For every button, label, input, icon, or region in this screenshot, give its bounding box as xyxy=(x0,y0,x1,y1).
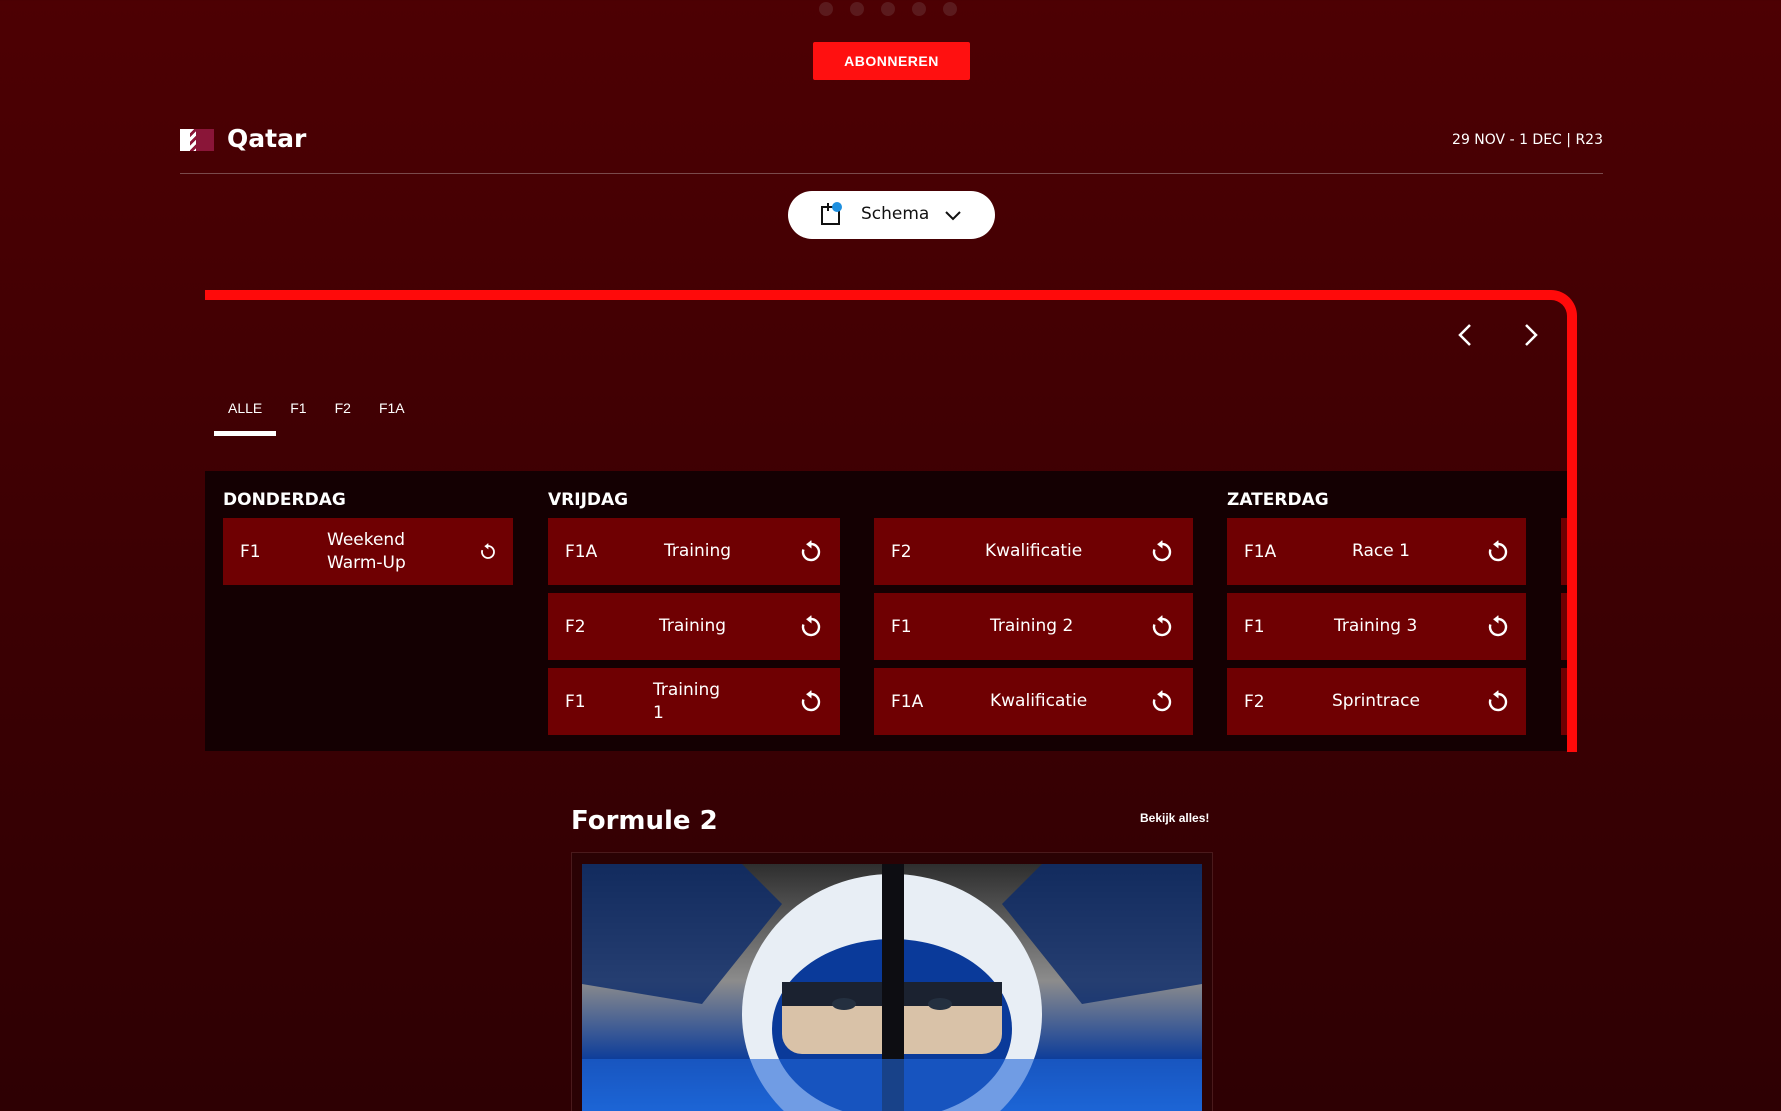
tab-f2[interactable]: F2 xyxy=(321,400,365,436)
session-name: Training xyxy=(664,541,732,561)
tab-alle[interactable]: ALLE xyxy=(214,400,277,436)
event-country: Qatar xyxy=(227,124,307,153)
day-label-friday: VRIJDAG xyxy=(548,490,629,510)
session-card[interactable]: F1 Training 3 xyxy=(1227,593,1526,660)
session-series: F1 xyxy=(1244,616,1265,637)
session-card[interactable]: F1A Race 1 xyxy=(1227,518,1526,585)
session-name: Training 1 xyxy=(653,679,721,723)
schema-label: Schema xyxy=(861,204,930,224)
session-name: Race 1 xyxy=(1352,541,1410,561)
session-series: F2 xyxy=(1244,691,1265,712)
chevron-right-icon[interactable] xyxy=(1517,322,1543,348)
session-card[interactable]: F1A Kwalificatie xyxy=(874,668,1193,735)
series-tabs: ALLE F1 F2 F1A xyxy=(214,400,419,436)
session-series: F1 xyxy=(565,691,586,712)
session-series: F1 xyxy=(891,616,912,637)
driver-helmet-image xyxy=(582,864,1202,1111)
session-series: F1A xyxy=(565,541,598,562)
session-card-partial[interactable] xyxy=(1561,668,1567,735)
section-title: Formule 2 xyxy=(571,806,718,836)
session-card[interactable]: F1 Training 1 xyxy=(548,668,840,735)
session-name: Sprintrace xyxy=(1332,691,1420,711)
session-card-partial[interactable] xyxy=(1561,593,1567,660)
event-header: Qatar 29 NOV - 1 DEC | R23 xyxy=(180,124,1603,174)
day-label-saturday: ZATERDAG xyxy=(1227,490,1329,510)
session-card[interactable]: F2 Kwalificatie xyxy=(874,518,1193,585)
replay-icon[interactable] xyxy=(799,690,823,714)
session-name: Weekend Warm-Up xyxy=(327,529,406,573)
session-series: F1A xyxy=(1244,541,1277,562)
day-label-thursday: DONDERDAG xyxy=(223,490,346,510)
session-card[interactable]: F1 Weekend Warm-Up xyxy=(223,518,513,585)
session-name: Training 2 xyxy=(990,616,1074,636)
session-name: Training xyxy=(659,616,727,636)
session-series: F1 xyxy=(240,541,261,562)
session-series: F1A xyxy=(891,691,924,712)
schema-dropdown[interactable]: Schema xyxy=(788,191,995,239)
carousel-dot[interactable] xyxy=(819,2,833,16)
replay-icon[interactable] xyxy=(799,540,823,564)
carousel-dots xyxy=(819,2,957,16)
replay-icon[interactable] xyxy=(479,543,497,561)
subscribe-button[interactable]: ABONNEREN xyxy=(813,42,970,80)
tab-f1[interactable]: F1 xyxy=(276,400,320,436)
replay-icon[interactable] xyxy=(799,615,823,639)
session-card[interactable]: F1 Training 2 xyxy=(874,593,1193,660)
session-name: Kwalificatie xyxy=(985,541,1083,561)
news-card[interactable] xyxy=(571,852,1213,1111)
replay-icon[interactable] xyxy=(1486,540,1510,564)
session-series: F2 xyxy=(891,541,912,562)
session-name: Training 3 xyxy=(1334,616,1418,636)
tab-f1a[interactable]: F1A xyxy=(365,400,419,436)
carousel-dot[interactable] xyxy=(943,2,957,16)
replay-icon[interactable] xyxy=(1150,690,1174,714)
session-name: Kwalificatie xyxy=(990,691,1088,711)
session-series: F2 xyxy=(565,616,586,637)
replay-icon[interactable] xyxy=(1150,540,1174,564)
driver-photo xyxy=(582,864,1202,1111)
event-dates: 29 NOV - 1 DEC | R23 xyxy=(1452,132,1603,148)
replay-icon[interactable] xyxy=(1486,615,1510,639)
replay-icon[interactable] xyxy=(1150,615,1174,639)
calendar-add-icon xyxy=(821,202,842,225)
chevron-left-icon[interactable] xyxy=(1453,322,1479,348)
chevron-down-icon xyxy=(945,211,961,221)
session-card[interactable]: F2 Sprintrace xyxy=(1227,668,1526,735)
replay-icon[interactable] xyxy=(1486,690,1510,714)
schedule-grid: DONDERDAG VRIJDAG ZATERDAG F1 Weekend Wa… xyxy=(205,471,1567,751)
qatar-flag-icon xyxy=(180,129,214,151)
carousel-dot[interactable] xyxy=(881,2,895,16)
see-all-link[interactable]: Bekijk alles! xyxy=(1140,811,1209,825)
session-card[interactable]: F1A Training xyxy=(548,518,840,585)
carousel-dot[interactable] xyxy=(850,2,864,16)
session-card[interactable]: F2 Training xyxy=(548,593,840,660)
session-card-partial[interactable] xyxy=(1561,518,1567,585)
carousel-dot[interactable] xyxy=(912,2,926,16)
